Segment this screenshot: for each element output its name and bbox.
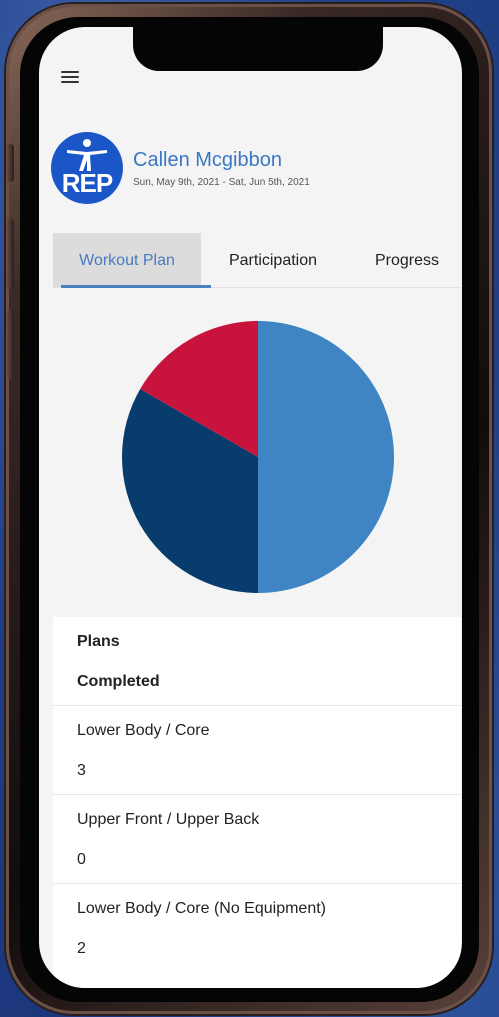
tab-progress[interactable]: Progress	[353, 233, 461, 287]
athlete-figure-icon	[67, 139, 107, 171]
app-screen: REP Callen Mcgibbon Sun, May 9th, 2021 -…	[39, 27, 462, 988]
plan-completed-count: 0	[77, 851, 86, 868]
phone-notch	[133, 27, 383, 71]
plans-table: Plans Completed Lower Body / Core 3 Uppe…	[53, 617, 461, 988]
tab-bar: Workout Plan Participation Progress	[53, 233, 461, 288]
logo-text: REP	[61, 168, 113, 198]
volume-up-button	[6, 219, 14, 289]
hamburger-menu-icon[interactable]	[61, 71, 79, 85]
workout-plan-pie-chart	[121, 321, 394, 593]
mute-switch	[6, 144, 14, 182]
date-range: Sun, May 9th, 2021 - Sat, Jun 5th, 2021	[133, 177, 310, 188]
plan-name: Lower Body / Core (No Equipment)	[77, 900, 326, 917]
plan-name: Lower Body / Core	[77, 722, 210, 739]
header-plans-label: Plans	[77, 633, 120, 650]
table-header: Plans Completed	[53, 617, 461, 706]
user-name: Callen Mcgibbon	[133, 149, 282, 171]
table-row: Lower Body / Core 3	[53, 706, 461, 795]
profile-header: REP Callen Mcgibbon Sun, May 9th, 2021 -…	[51, 132, 451, 204]
pie-slice-0[interactable]	[258, 321, 394, 593]
plan-completed-count: 2	[77, 940, 86, 957]
table-row: Upper Front / Upper Back 0	[53, 795, 461, 884]
tab-participation[interactable]: Participation	[208, 233, 338, 287]
plan-completed-count: 3	[77, 762, 86, 779]
rep-logo: REP	[51, 132, 123, 204]
plan-name: Upper Front / Upper Back	[77, 811, 260, 828]
table-row: Lower Body / Core (No Equipment) 2	[53, 884, 461, 972]
volume-down-button	[6, 309, 14, 379]
header-completed-label: Completed	[77, 673, 160, 690]
tab-workout-plan[interactable]: Workout Plan	[53, 233, 201, 287]
active-tab-indicator	[61, 285, 211, 288]
